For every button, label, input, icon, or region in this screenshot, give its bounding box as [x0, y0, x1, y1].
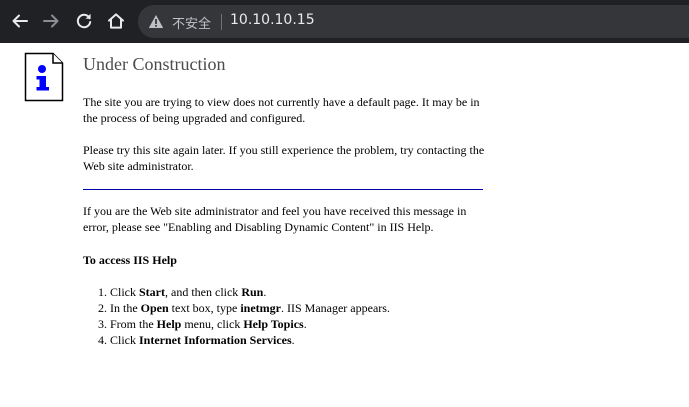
forward-icon [43, 14, 59, 28]
paragraph-default-page: The site you are trying to view does not… [83, 95, 480, 125]
list-item: 2. In the Open text box, type inetmgr. II… [98, 301, 390, 315]
list-item: 4. Click Internet Information Services. [98, 333, 295, 347]
address-bar[interactable]: 不安全 10.10.10.15 [138, 5, 689, 38]
reload-icon [76, 13, 92, 29]
list-item: 3. From the Help menu, click Help Topics. [98, 317, 307, 331]
home-button[interactable] [102, 6, 130, 36]
paragraph-try-later: Please try this site again later. If you… [83, 143, 485, 173]
reload-button[interactable] [70, 6, 98, 36]
back-button[interactable] [6, 6, 34, 36]
section-heading: To access IIS Help [83, 253, 177, 267]
info-icon [24, 52, 64, 102]
page-content: Under Construction The site you are tryi… [0, 43, 689, 407]
back-icon [12, 14, 28, 28]
url-text[interactable]: 10.10.10.15 [230, 12, 315, 28]
paragraph-administrator: If you are the Web site administrator an… [83, 204, 467, 234]
browser-toolbar: 不安全 10.10.10.15 [0, 0, 689, 43]
forward-button[interactable] [37, 6, 65, 36]
warning-icon[interactable] [148, 14, 164, 29]
steps-list: 1. Click Start, and then click Run. 2. In … [83, 284, 390, 348]
omnibox-divider [221, 14, 222, 30]
list-item: 1. Click Start, and then click Run. [98, 285, 267, 299]
page-title: Under Construction [83, 54, 226, 74]
security-status-label[interactable]: 不安全 [172, 13, 211, 32]
home-icon [108, 13, 124, 29]
divider-line [83, 189, 483, 190]
